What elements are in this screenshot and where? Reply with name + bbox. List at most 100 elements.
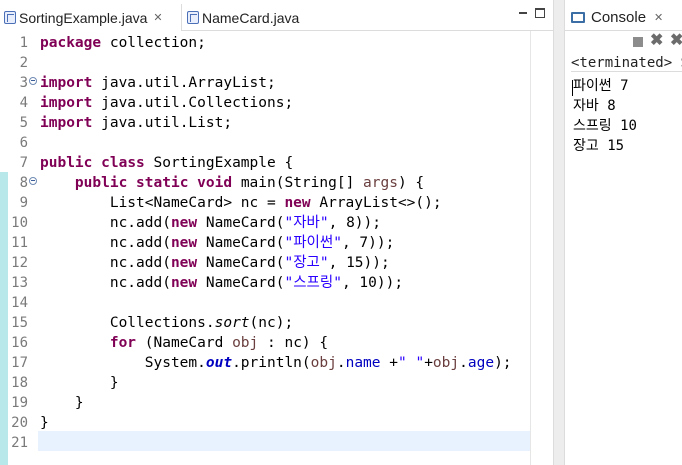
code-text: + (424, 355, 433, 371)
keyword: static (136, 175, 189, 191)
code-text: } (40, 395, 84, 411)
remove-launch-icon[interactable]: ✖ (650, 33, 663, 49)
code-editor[interactable]: SortingExample.java ✕ NameCard.java 1 2 … (0, 0, 553, 465)
line-number: 8 (19, 175, 28, 191)
code-line[interactable]: nc.add(new NameCard("스프링", 10)); (40, 273, 403, 293)
line-number-gutter: 1 2 3 4 5 6 7 8 9 10 11 12 13 14 15 16 1… (0, 31, 38, 465)
console-output-line[interactable]: 스프링 10 (573, 116, 637, 136)
line-number: 19 (11, 395, 28, 411)
keyword: void (197, 175, 233, 191)
code-line[interactable]: public class SortingExample { (40, 153, 293, 173)
line-number: 6 (19, 135, 28, 151)
code-text: nc.add( (40, 215, 171, 231)
close-icon[interactable]: ✕ (654, 11, 663, 24)
line-number: 12 (11, 255, 28, 271)
code-text: SortingExample { (144, 155, 294, 171)
maximize-icon[interactable] (535, 8, 545, 18)
console-icon (571, 11, 585, 23)
field: age (467, 355, 495, 371)
code-line[interactable]: } (40, 373, 119, 393)
console-output-line[interactable]: 장고 15 (573, 136, 624, 156)
keyword: package (40, 35, 102, 51)
remove-all-launches-icon[interactable]: ✖ (670, 33, 682, 49)
code-text: . (459, 355, 468, 371)
code-line[interactable]: public static void main(String[] args) { (40, 173, 424, 193)
code-text: NameCard( (197, 255, 285, 271)
code-text: main(String[] (232, 175, 364, 191)
code-line[interactable]: import java.util.List; (40, 113, 232, 133)
java-file-icon (4, 11, 16, 24)
line-number: 18 (11, 375, 28, 391)
editor-tab-bar: SortingExample.java ✕ NameCard.java (0, 0, 553, 31)
keyword: new (170, 275, 198, 291)
code-text: nc.add( (40, 275, 171, 291)
line-number: 10 (11, 215, 28, 231)
code-line[interactable]: import java.util.ArrayList; (40, 73, 276, 93)
close-icon[interactable]: ✕ (153, 11, 162, 24)
keyword: class (101, 155, 145, 171)
fold-icon[interactable] (29, 177, 37, 185)
code-line[interactable]: Collections.sort(nc); (40, 313, 293, 333)
local-variable: obj (310, 355, 337, 371)
code-text: ArrayList<>(); (310, 195, 442, 211)
console-status: <terminated> SortingExample [Java Applic… (571, 54, 682, 72)
keyword: for (109, 335, 137, 351)
code-line[interactable]: for (NameCard obj : nc) { (40, 333, 328, 353)
code-line[interactable]: List<NameCard> nc = new ArrayList<>(); (40, 193, 442, 213)
pane-splitter[interactable] (553, 0, 565, 465)
code-text: ) { (397, 175, 425, 191)
code-text: , 7)); (341, 235, 395, 251)
line-number: 2 (19, 55, 28, 71)
vertical-scrollbar[interactable] (531, 31, 553, 465)
code-line[interactable]: System.out.println(obj.name +" "+obj.age… (40, 353, 512, 373)
code-text: .println( (232, 355, 311, 371)
code-text: java.util.ArrayList; (92, 75, 276, 91)
code-text: java.util.List; (92, 115, 233, 131)
code-text: Collections. (40, 315, 215, 331)
code-line[interactable]: package collection; (40, 33, 206, 53)
keyword: new (284, 195, 311, 211)
java-file-icon (187, 11, 199, 24)
line-number: 14 (11, 295, 28, 311)
fold-icon[interactable] (29, 77, 37, 85)
line-number: 13 (11, 275, 28, 291)
keyword: import (40, 95, 93, 111)
code-line[interactable]: import java.util.Collections; (40, 93, 293, 113)
console-toolbar: ✖ ✖ (565, 32, 682, 52)
current-line-highlight (38, 431, 530, 451)
string-literal: "자바" (284, 215, 329, 231)
tab-label: Console (591, 8, 647, 26)
line-number: 17 (11, 355, 28, 371)
code-area[interactable]: 1 2 3 4 5 6 7 8 9 10 11 12 13 14 15 16 1… (0, 31, 553, 465)
tab-console[interactable]: Console ✕ (571, 6, 663, 28)
code-line[interactable]: } (40, 413, 49, 433)
console-view[interactable]: Console ✕ ✖ ✖ <terminated> SortingExampl… (565, 0, 682, 465)
local-variable: obj (232, 335, 259, 351)
code-line[interactable]: nc.add(new NameCard("파이썬", 7)); (40, 233, 395, 253)
field: name (345, 355, 381, 371)
code-text: nc.add( (40, 235, 171, 251)
string-literal: "장고" (284, 255, 329, 271)
code-text: (nc); (249, 315, 294, 331)
code-text: System. (40, 355, 206, 371)
console-output-line[interactable]: 자바 8 (573, 96, 616, 116)
code-line[interactable]: } (40, 393, 84, 413)
line-number: 3 (19, 75, 28, 91)
code-text: , 8)); (328, 215, 381, 231)
line-number: 1 (19, 35, 28, 51)
terminate-icon[interactable] (633, 37, 643, 47)
code-line[interactable]: nc.add(new NameCard("자바", 8)); (40, 213, 381, 233)
tab-label: SortingExample.java (19, 9, 148, 26)
code-text: ); (494, 355, 512, 371)
code-text: (NameCard (136, 335, 233, 351)
line-number: 11 (11, 235, 28, 251)
keyword: import (40, 115, 93, 131)
code-line[interactable]: nc.add(new NameCard("장고", 15)); (40, 253, 390, 273)
tab-sorting-example[interactable]: SortingExample.java ✕ (0, 4, 182, 31)
local-variable: obj (432, 355, 460, 371)
console-output-line[interactable]: 파이썬 7 (573, 76, 629, 96)
minimize-icon[interactable] (518, 8, 528, 18)
tab-name-card[interactable]: NameCard.java (183, 4, 313, 31)
